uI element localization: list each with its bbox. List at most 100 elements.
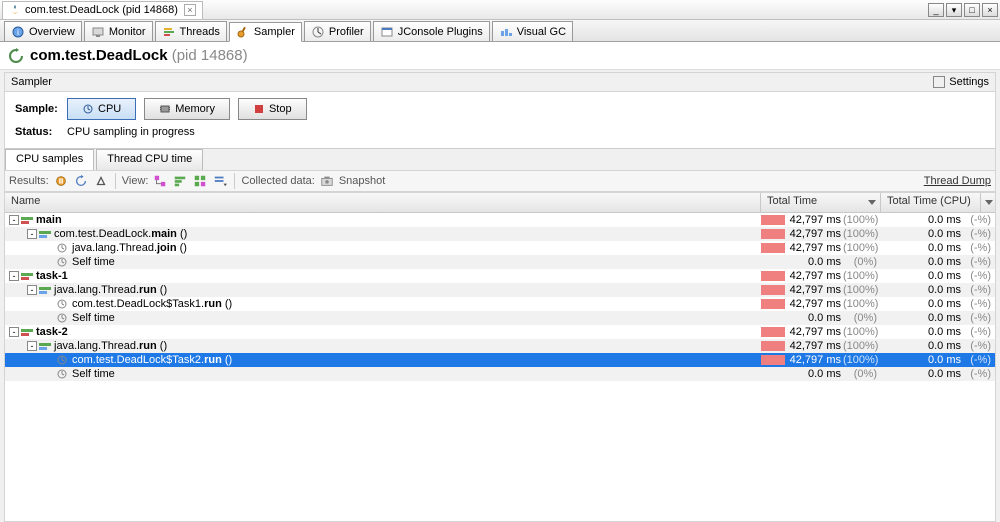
clock-icon <box>57 355 69 365</box>
tab-label: Visual GC <box>517 26 566 38</box>
results-label: Results: <box>9 175 49 187</box>
sub-tabs: CPU samples Thread CPU time <box>4 148 996 170</box>
window-close-button[interactable]: × <box>982 3 998 17</box>
table-row[interactable]: -java.lang.Thread.run ()42,797 ms(100%)0… <box>5 339 995 353</box>
cpu-button[interactable]: CPU <box>67 98 136 120</box>
tab-label: Overview <box>29 26 75 38</box>
stop-button-label: Stop <box>269 103 292 115</box>
window-tab-title: com.test.DeadLock (pid 14868) <box>25 4 178 16</box>
view-dropdown-icon[interactable] <box>212 173 228 189</box>
subtab-thread-cpu[interactable]: Thread CPU time <box>96 149 203 170</box>
clock-icon <box>57 299 69 309</box>
tab-jconsole[interactable]: JConsole Plugins <box>373 21 490 41</box>
col-total-time-cpu[interactable]: Total Time (CPU) <box>881 193 981 212</box>
total-time-cpu-cell: 0.0 ms(-%) <box>881 340 995 352</box>
method-icon <box>39 285 51 295</box>
clock-icon <box>57 313 69 323</box>
collapse-icon[interactable]: - <box>27 285 37 295</box>
collapse-icon[interactable]: - <box>9 271 19 281</box>
sort-desc-icon <box>868 200 876 205</box>
col-total-time[interactable]: Total Time <box>761 193 881 212</box>
tab-label: Monitor <box>109 26 146 38</box>
name-cell: - task-1 <box>5 270 761 282</box>
table-row[interactable]: -task-142,797 ms(100%)0.0 ms(-%) <box>5 269 995 283</box>
total-time-cpu-cell: 0.0 ms(-%) <box>881 326 995 338</box>
jconsole-icon <box>380 25 394 39</box>
settings-checkbox[interactable] <box>933 76 945 88</box>
time-bar <box>761 229 785 239</box>
table-row[interactable]: java.lang.Thread.join ()42,797 ms(100%)0… <box>5 241 995 255</box>
time-bar <box>761 271 785 281</box>
row-label: task-1 <box>36 270 68 282</box>
tab-overview[interactable]: i Overview <box>4 21 82 41</box>
collapse-icon[interactable]: - <box>27 341 37 351</box>
settings-label: Settings <box>949 76 989 88</box>
total-time-cell: 42,797 ms(100%) <box>761 284 881 296</box>
name-cell: Self time <box>5 312 761 324</box>
method-icon <box>39 341 51 351</box>
table-row[interactable]: -com.test.DeadLock.main ()42,797 ms(100%… <box>5 227 995 241</box>
results-toolbar: Results: View: Collected data: Snapshot … <box>4 170 996 192</box>
time-bar <box>761 285 785 295</box>
monitor-icon <box>91 25 105 39</box>
total-time-cpu-cell: 0.0 ms(-%) <box>881 312 995 324</box>
sampler-header: Sampler Settings <box>4 72 996 92</box>
window-tab[interactable]: com.test.DeadLock (pid 14868) × <box>2 1 203 19</box>
chevron-down-icon <box>985 200 993 205</box>
delta-icon[interactable] <box>93 173 109 189</box>
total-time-cpu-cell: 0.0 ms(-%) <box>881 284 995 296</box>
total-time-cell: 42,797 ms(100%) <box>761 298 881 310</box>
thread-icon <box>21 327 33 337</box>
thread-dump-button[interactable]: Thread Dump <box>924 175 991 187</box>
svg-text:i: i <box>17 28 19 37</box>
tab-profiler[interactable]: Profiler <box>304 21 371 41</box>
row-label: Self time <box>72 312 115 324</box>
total-time-cell: 42,797 ms(100%) <box>761 228 881 240</box>
cpu-button-label: CPU <box>98 103 121 115</box>
tab-close-icon[interactable]: × <box>184 4 196 16</box>
name-cell: -com.test.DeadLock.main () <box>5 228 761 240</box>
view-hotspots-icon[interactable] <box>172 173 188 189</box>
window-restore-button[interactable]: ▾ <box>946 3 962 17</box>
tab-visualgc[interactable]: Visual GC <box>492 21 573 41</box>
collapse-icon[interactable]: - <box>9 327 19 337</box>
snapshot-icon[interactable] <box>319 173 335 189</box>
window-max-button[interactable]: □ <box>964 3 980 17</box>
pause-icon[interactable] <box>53 173 69 189</box>
total-time-cpu-cell: 0.0 ms(-%) <box>881 298 995 310</box>
table-row[interactable]: com.test.DeadLock$Task1.run ()42,797 ms(… <box>5 297 995 311</box>
stop-icon <box>253 103 265 115</box>
table-row[interactable]: com.test.DeadLock$Task2.run ()42,797 ms(… <box>5 353 995 367</box>
view-tree-icon[interactable] <box>152 173 168 189</box>
tree-leaf <box>45 257 55 267</box>
samples-table: Name Total Time Total Time (CPU) -main42… <box>4 192 996 522</box>
table-row[interactable]: -task-242,797 ms(100%)0.0 ms(-%) <box>5 325 995 339</box>
update-icon[interactable] <box>73 173 89 189</box>
time-bar <box>761 215 785 225</box>
tab-threads[interactable]: Threads <box>155 21 227 41</box>
table-row[interactable]: Self time0.0 ms(0%)0.0 ms(-%) <box>5 255 995 269</box>
subtab-cpu-samples[interactable]: CPU samples <box>5 149 94 170</box>
window-min-button[interactable]: _ <box>928 3 944 17</box>
memory-button[interactable]: Memory <box>144 98 230 120</box>
refresh-icon[interactable] <box>8 48 24 64</box>
view-combined-icon[interactable] <box>192 173 208 189</box>
collapse-icon[interactable]: - <box>9 215 19 225</box>
table-row[interactable]: Self time0.0 ms(0%)0.0 ms(-%) <box>5 311 995 325</box>
table-row[interactable]: -java.lang.Thread.run ()42,797 ms(100%)0… <box>5 283 995 297</box>
collapse-icon[interactable]: - <box>27 229 37 239</box>
total-time-cpu-cell: 0.0 ms(-%) <box>881 228 995 240</box>
table-body: -main42,797 ms(100%)0.0 ms(-%)-com.test.… <box>5 213 995 381</box>
tab-sampler[interactable]: Sampler <box>229 22 302 42</box>
col-name[interactable]: Name <box>5 193 761 212</box>
total-time-cell: 42,797 ms(100%) <box>761 354 881 366</box>
table-row[interactable]: Self time0.0 ms(0%)0.0 ms(-%) <box>5 367 995 381</box>
snapshot-label[interactable]: Snapshot <box>339 175 385 187</box>
tab-monitor[interactable]: Monitor <box>84 21 153 41</box>
total-time-cpu-cell: 0.0 ms(-%) <box>881 270 995 282</box>
name-cell: Self time <box>5 368 761 380</box>
stop-button[interactable]: Stop <box>238 98 307 120</box>
table-row[interactable]: -main42,797 ms(100%)0.0 ms(-%) <box>5 213 995 227</box>
name-cell: -main <box>5 214 761 226</box>
col-menu[interactable] <box>981 193 995 212</box>
